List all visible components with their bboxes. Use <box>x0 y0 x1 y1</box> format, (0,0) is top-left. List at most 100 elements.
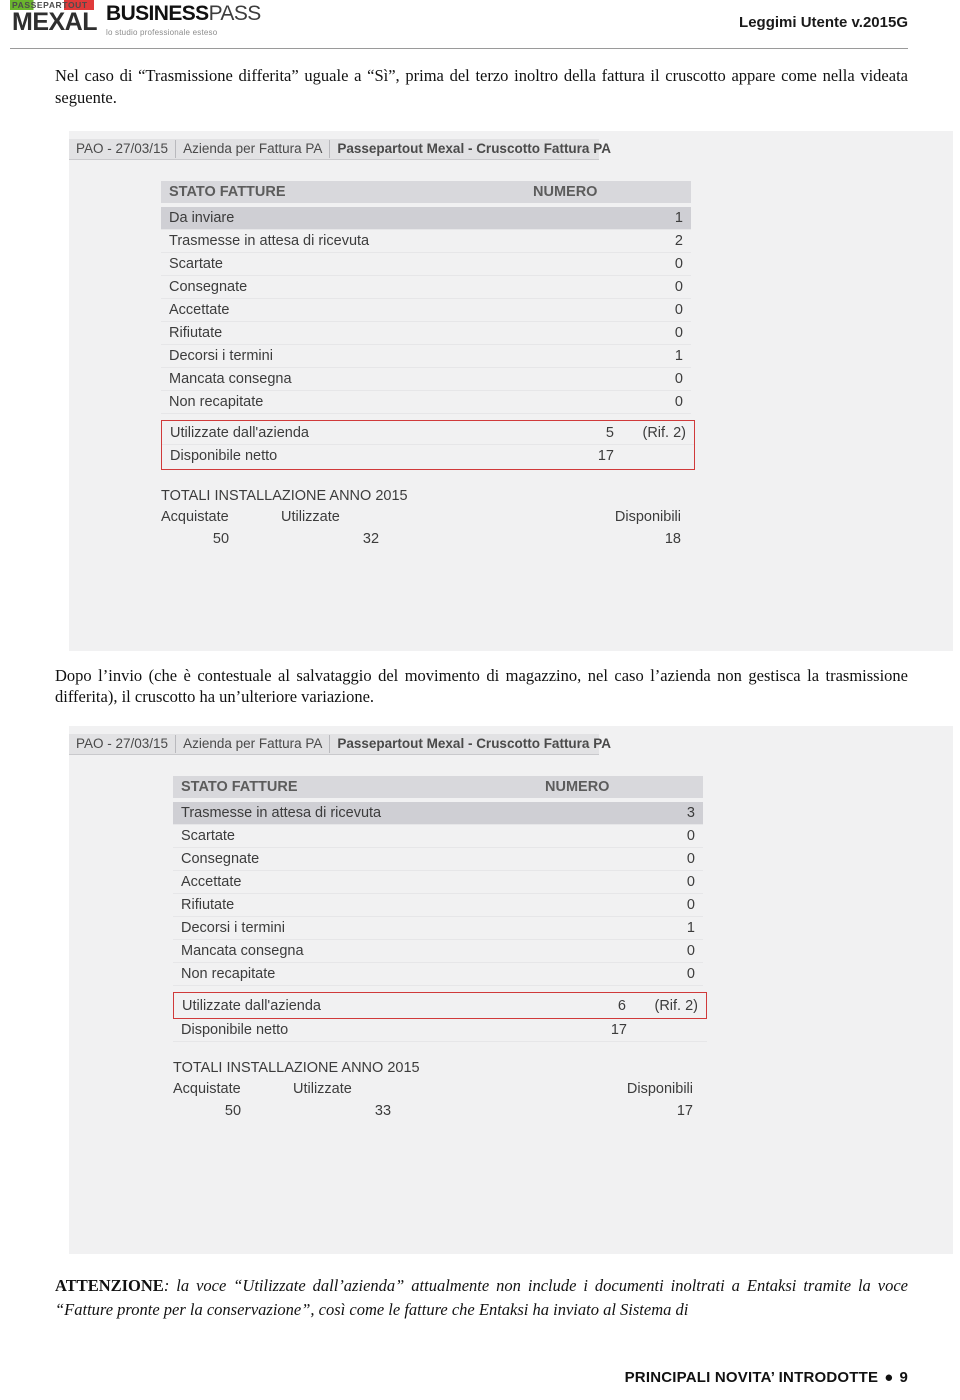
row-label: Consegnate <box>181 851 260 868</box>
attention-label: ATTENZIONE <box>55 1276 164 1296</box>
row-value: 0 <box>674 324 683 341</box>
figure2-titlebar: PAO - 27/03/15 Azienda per Fattura PA Pa… <box>69 734 611 756</box>
businesspass-logo: BUSINESSPASS lo studio professionale est… <box>106 0 261 37</box>
document-content: Nel caso di “Trasmissione differita” ugu… <box>55 65 953 1322</box>
row-label: Trasmesse in attesa di ricevuta <box>169 232 370 249</box>
row-label: Mancata consegna <box>181 943 304 960</box>
totals-value-disponibili: 17 <box>676 1103 693 1120</box>
logo-tagline: lo studio professionale esteso <box>106 28 218 37</box>
intro-paragraph: Nel caso di “Trasmissione differita” ugu… <box>55 66 908 107</box>
used-label: Utilizzate dall'azienda <box>170 424 309 441</box>
totals-value-utilizzate: 33 <box>374 1103 392 1120</box>
totals-header: Acquistate Utilizzate Disponibili <box>161 509 695 525</box>
figure1-totals: TOTALI INSTALLAZIONE ANNO 2015 Acquistat… <box>161 488 695 547</box>
table-row: Scartate 0 <box>161 253 691 276</box>
logo-businesspass-text: BUSINESSPASS <box>106 2 261 26</box>
figure1-header-stato: STATO FATTURE <box>169 183 286 200</box>
row-label: Decorsi i termini <box>181 920 285 937</box>
net-value: 17 <box>597 448 614 465</box>
row-value: 3 <box>686 805 695 822</box>
totals-values: 50 32 18 <box>161 531 695 547</box>
figure1-highlight-box: Utilizzate dall'azienda 5 (Rif. 2) Dispo… <box>161 419 695 470</box>
row-label: Rifiutate <box>169 324 223 341</box>
figure2-highlight-box: Utilizzate dall'azienda 6 (Rif. 2) <box>173 992 707 1020</box>
figure2-header-stato: STATO FATTURE <box>181 779 298 796</box>
row-label: Rifiutate <box>181 897 235 914</box>
attention-note: ATTENZIONE: la voce “Utilizzate dall’azi… <box>55 1274 908 1322</box>
table-row: Trasmesse in attesa di ricevuta 3 <box>173 802 703 826</box>
used-value: 6 <box>617 997 626 1014</box>
figure1-used-row: Utilizzate dall'azienda 5 (Rif. 2) <box>162 422 694 445</box>
used-value: 5 <box>605 424 614 441</box>
totals-header-utilizzate: Utilizzate <box>293 1081 352 1098</box>
table-row: Non recapitate 0 <box>161 391 691 414</box>
row-label: Mancata consegna <box>169 370 292 387</box>
row-label: Consegnate <box>169 278 248 295</box>
row-value: 0 <box>674 278 683 295</box>
table-row: Rifiutate 0 <box>173 894 703 918</box>
figure1-titlebar-app: Passepartout Mexal - Cruscotto Fattura P… <box>337 140 611 156</box>
totals-header-utilizzate: Utilizzate <box>281 508 340 525</box>
document-title: Leggimi Utente v.2015G <box>739 14 908 31</box>
table-row: Consegnate 0 <box>161 276 691 299</box>
figure2-titlebar-company: Azienda per Fattura PA <box>176 735 331 754</box>
used-label: Utilizzate dall'azienda <box>182 997 321 1014</box>
figure1-titlebar-company: Azienda per Fattura PA <box>176 139 331 158</box>
row-label: Non recapitate <box>181 966 276 983</box>
row-label: Scartate <box>181 828 235 845</box>
figure2-titlebar-date: PAO - 27/03/15 <box>69 735 177 754</box>
table-row: Mancata consegna 0 <box>173 940 703 964</box>
table-row: Mancata consegna 0 <box>161 368 691 391</box>
middle-paragraph: Dopo l’invio (che è contestuale al salva… <box>55 665 908 707</box>
footer-page-number: 9 <box>899 1369 908 1386</box>
logo-mexal-text: MEXAL <box>12 7 98 36</box>
row-value: 0 <box>686 966 695 983</box>
table-row: Accettate 0 <box>161 299 691 322</box>
row-value: 0 <box>686 851 695 868</box>
table-row: Trasmesse in attesa di ricevuta 2 <box>161 230 691 253</box>
net-label: Disponibile netto <box>170 448 278 465</box>
table-row: Consegnate 0 <box>173 848 703 872</box>
footer-bullet-icon: ● <box>884 1369 894 1386</box>
totals-header-acquistate: Acquistate <box>161 508 229 525</box>
table-row: Non recapitate 0 <box>173 963 703 987</box>
row-value: 2 <box>674 232 683 249</box>
row-value: 0 <box>674 393 683 410</box>
figure1-table-header: STATO FATTURE NUMERO <box>161 180 691 203</box>
row-value: 0 <box>686 828 695 845</box>
figure1-titlebar-date: PAO - 27/03/15 <box>69 139 177 158</box>
totals-value-acquistate: 50 <box>224 1103 242 1120</box>
figure2-table-header: STATO FATTURE NUMERO <box>173 776 703 799</box>
row-label: Scartate <box>169 255 223 272</box>
totals-header-acquistate: Acquistate <box>173 1081 241 1098</box>
row-value: 1 <box>674 209 683 226</box>
row-value: 0 <box>674 255 683 272</box>
logo-pass-text: PASS <box>208 2 262 25</box>
totals-header-disponibili: Disponibili <box>626 1081 693 1098</box>
figure1-rows: Da inviare 1 Trasmesse in attesa di rice… <box>161 206 691 414</box>
row-label: Accettate <box>169 301 230 318</box>
figure1-net-row: Disponibile netto 17 <box>162 445 694 468</box>
row-value: 0 <box>686 897 695 914</box>
table-row: Rifiutate 0 <box>161 322 691 345</box>
figure2-totals: TOTALI INSTALLAZIONE ANNO 2015 Acquistat… <box>173 1060 707 1119</box>
row-value: 1 <box>686 920 695 937</box>
row-value: 1 <box>674 347 683 364</box>
totals-title: TOTALI INSTALLAZIONE ANNO 2015 <box>161 487 408 504</box>
attention-text: : la voce “Utilizzate dall’azienda” attu… <box>55 1276 908 1319</box>
page-footer: PRINCIPALI NOVITA’ INTRODOTTE ● 9 <box>625 1369 908 1386</box>
figure1-titlebar: PAO - 27/03/15 Azienda per Fattura PA Pa… <box>69 138 611 160</box>
screenshot-figure-2: PAO - 27/03/15 Azienda per Fattura PA Pa… <box>69 726 953 1255</box>
logo-block: PASSEPARTOUT MEXAL BUSINESSPASS lo studi… <box>10 0 261 37</box>
used-reference: (Rif. 2) <box>654 997 699 1014</box>
table-row: Decorsi i termini 1 <box>173 917 703 941</box>
table-row: Da inviare 1 <box>161 206 691 230</box>
table-row: Scartate 0 <box>173 825 703 849</box>
figure2-header-numero: NUMERO <box>545 779 610 796</box>
used-reference: (Rif. 2) <box>642 424 687 441</box>
row-value: 0 <box>686 943 695 960</box>
row-value: 0 <box>674 370 683 387</box>
logo-business-text: BUSINESS <box>106 2 209 25</box>
footer-section: PRINCIPALI NOVITA’ INTRODOTTE <box>624 1369 879 1386</box>
figure1-header-numero: NUMERO <box>533 183 598 200</box>
